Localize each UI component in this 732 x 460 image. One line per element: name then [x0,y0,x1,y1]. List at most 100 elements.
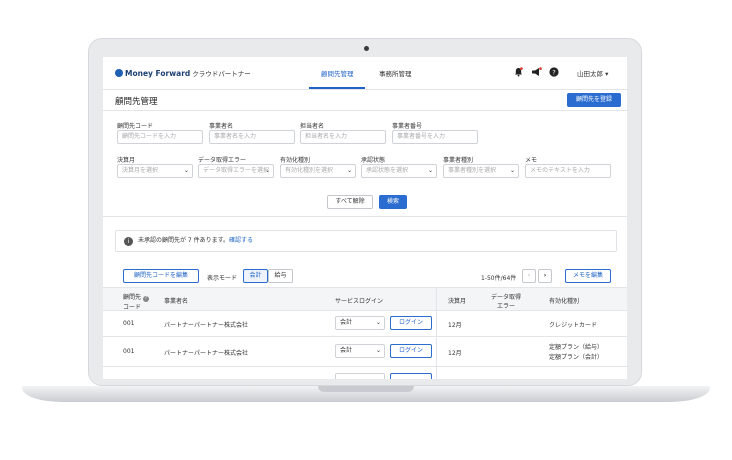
tab-clients[interactable]: 顧問先管理 [321,68,354,78]
row-activation-type: 定額プラン（給与） [549,344,604,351]
notice-text: 未承認の顧問先が 7 件あります。 [138,237,230,244]
clear-all-button[interactable]: すべて解除 [327,195,373,209]
header-data-error-line1: データ取得 [491,294,522,301]
closing-month-placeholder: 決算月を選択 [122,167,159,174]
header-client-code-line2: コード [123,304,142,311]
chevron-down-icon: ⌄ [346,167,352,174]
header-data-error: データ取得 エラー [491,292,521,310]
title-divider [103,110,627,111]
business-number-label: 事業者番号 [392,123,423,130]
client-code-input[interactable]: 顧問先コードを入力 [117,130,203,144]
business-type-placeholder: 事業者種別を選択 [448,167,497,174]
help-icon[interactable]: ? [549,67,559,80]
laptop-notch [318,386,414,392]
data-error-label: データ取得エラー [198,157,247,164]
svg-text:?: ? [552,68,555,76]
user-name: 山田太郎 [577,70,603,78]
search-button[interactable]: 検索 [379,195,407,209]
display-mode-label: 表示モード [207,275,238,282]
register-client-button[interactable]: 顧問先を登録 [567,93,621,107]
logo-product: クラウドパートナー [192,70,251,78]
row-client-code: 001 [123,320,135,327]
business-name-label: 事業者名 [209,123,234,130]
chevron-down-icon: ⌄ [183,167,189,174]
header-data-error-line2: エラー [497,303,516,310]
table-row: 001 パートナーパートナー株式会社 会計 ⌄ ログイン 12月 クレジットカード [103,311,627,337]
service-select[interactable]: 会計 ⌄ [335,316,385,330]
login-button[interactable]: ログイン [390,344,432,358]
unapproved-notice: i 未承認の顧問先が 7 件あります。確認する [115,230,617,252]
row-business-name: パートナーパートナー株式会社 [164,350,248,357]
assignee-input[interactable]: 担当者名を入力 [300,130,386,144]
header-business-name: 事業者名 [164,298,189,305]
top-header: Money Forward クラウドパートナー 顧問先管理 事務所管理 ? 山田太… [103,57,627,90]
info-icon: i [124,237,133,246]
prev-page-button[interactable]: ‹ [522,269,536,283]
memo-label: メモ [525,157,538,164]
header-service-login: サービスログイン [335,298,384,305]
mode-payroll-toggle[interactable]: 給与 [268,269,293,283]
notice-confirm-link[interactable]: 確認する [229,237,253,244]
app-logo[interactable]: Money Forward クラウドパートナー [115,68,251,78]
next-page-button[interactable]: › [538,269,552,283]
table-header: 顧問先 ? コード 事業者名 サービスログイン 決算月 データ取得エラー 有効化種… [103,287,627,311]
edit-client-code-button[interactable]: 顧問先コードを編集 [123,269,199,283]
row-business-name: パートナーパートナー株式会社 [164,322,248,329]
notification-bell-icon[interactable] [514,67,523,80]
service-select-partial[interactable] [335,373,385,379]
service-select[interactable]: 会計 ⌄ [335,344,385,358]
assignee-label: 担当者名 [300,123,325,130]
activation-type-label: 有効化種別 [280,157,311,164]
approval-status-placeholder: 承認状態を選択 [366,167,409,174]
chevron-down-icon: ⌄ [427,167,433,174]
row-activation-type-2: 定額プラン（会計） [549,354,604,361]
webcam-icon [364,46,369,51]
chevron-down-icon: ⌄ [375,319,381,326]
memo-input[interactable]: メモのテキストを入力 [525,164,611,178]
filter-divider [103,216,627,217]
brand-mark-icon [115,69,123,77]
chevron-down-icon: ⌄ [264,167,270,174]
active-tab-indicator [309,87,365,89]
mode-accounting-toggle[interactable]: 会計 [243,269,268,283]
page-title: 顧問先管理 [115,97,158,107]
closing-month-label: 決算月 [117,157,136,164]
business-number-input[interactable]: 事業者番号を入力 [392,130,478,144]
announcement-megaphone-icon[interactable] [531,67,542,80]
login-button[interactable]: ログイン [390,316,432,330]
activation-type-placeholder: 有効化種別を選択 [285,167,334,174]
approval-status-select[interactable]: 承認状態を選択 ⌄ [361,164,437,178]
service-select-value: 会計 [340,347,353,354]
tab-office[interactable]: 事務所管理 [379,68,412,78]
chevron-down-icon: ⌄ [509,167,515,174]
pagination-status: 1-50件/64件 [481,275,517,282]
data-error-select[interactable]: データ取得エラーを選択 ⌄ [198,164,274,178]
data-error-placeholder: データ取得エラーを選択 [203,167,270,174]
app-screen: Money Forward クラウドパートナー 顧問先管理 事務所管理 ? 山田太… [103,57,627,379]
edit-memo-button[interactable]: メモを編集 [565,269,611,283]
help-icon[interactable]: ? [142,296,149,302]
chevron-down-icon: ⌄ [375,347,381,354]
row-closing-month: 12月 [448,322,462,329]
header-client-code-line1: 顧問先 [123,294,142,301]
closing-month-select[interactable]: 決算月を選択 ⌄ [117,164,193,178]
business-name-input[interactable]: 事業者名を入力 [209,130,295,144]
activation-type-select[interactable]: 有効化種別を選択 ⌄ [280,164,356,178]
service-select-value: 会計 [340,319,353,326]
business-type-label: 事業者種別 [443,157,474,164]
header-activation-type: 有効化種別 [549,298,580,305]
login-button-partial[interactable] [390,373,432,379]
header-closing-month: 決算月 [448,298,467,305]
column-divider [436,287,437,379]
row-client-code: 001 [123,348,135,355]
chevron-down-icon: ▾ [605,70,609,78]
row-activation-type: クレジットカード [549,322,598,329]
table-row: 001 パートナーパートナー株式会社 会計 ⌄ ログイン 12月 定額プラン（給与… [103,337,627,367]
business-type-select[interactable]: 事業者種別を選択 ⌄ [443,164,519,178]
approval-status-label: 承認状態 [361,157,386,164]
user-menu[interactable]: 山田太郎 ▾ [577,68,608,78]
client-code-label: 顧問先コード [117,123,154,130]
logo-brand: Money Forward [125,69,191,78]
header-client-code: 顧問先 ? コード [123,292,149,311]
row-closing-month: 12月 [448,350,462,357]
